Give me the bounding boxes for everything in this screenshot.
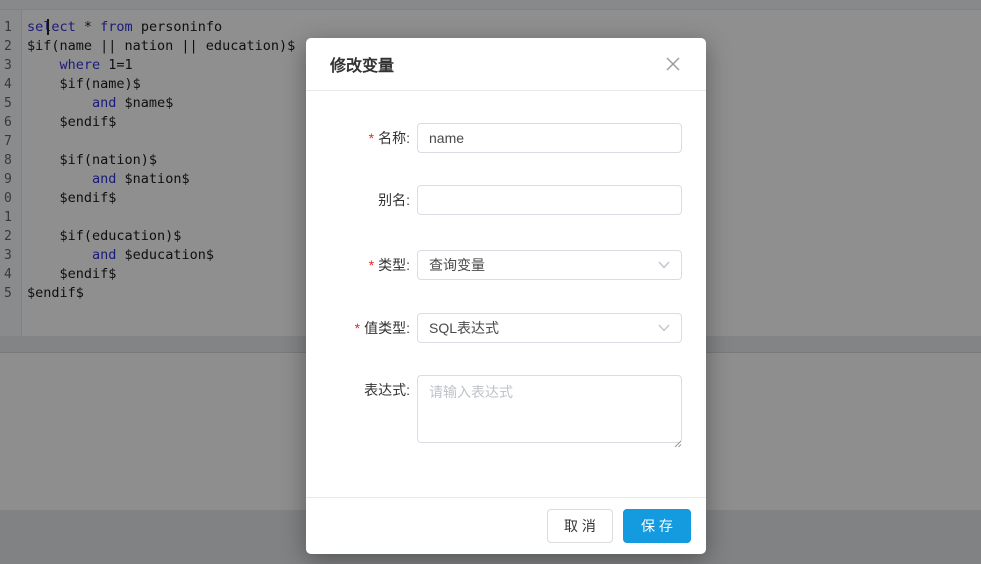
value-type-select-value: SQL表达式 [429, 320, 500, 336]
type-label: * 类型: [368, 257, 410, 273]
value-type-label: * 值类型: [354, 320, 410, 336]
save-button[interactable]: 保 存 [623, 509, 691, 543]
dialog-header: 修改变量 [306, 38, 706, 91]
chevron-down-icon [658, 319, 670, 337]
close-icon[interactable] [664, 55, 682, 73]
expression-label: 表达式: [364, 382, 410, 398]
form-field-type: * 类型: 查询变量 [306, 250, 706, 280]
dialog-body: *名称: 别名: *类型: 查询变量 [306, 91, 706, 497]
edit-variable-dialog: 修改变量 *名称: 别名: [306, 38, 706, 554]
dialog-footer: 取 消 保 存 [306, 497, 706, 554]
form-field-expression: 表达式: [306, 375, 706, 448]
required-asterisk: * [368, 130, 375, 146]
value-type-select[interactable]: SQL表达式 [417, 313, 682, 343]
alias-input[interactable] [417, 185, 682, 215]
resize-handle-icon[interactable] [674, 435, 682, 453]
chevron-down-icon [658, 256, 670, 274]
expression-textarea[interactable] [417, 375, 682, 443]
cancel-button[interactable]: 取 消 [547, 509, 613, 543]
type-select-value: 查询变量 [429, 257, 485, 273]
required-asterisk: * [354, 320, 361, 336]
type-select[interactable]: 查询变量 [417, 250, 682, 280]
app-screen: 123456789012345 select * from personinfo… [0, 0, 981, 564]
required-asterisk: * [368, 257, 375, 273]
form-field-value-type: * 值类型: SQL表达式 [306, 313, 706, 343]
alias-label: 别名: [378, 192, 410, 208]
dialog-title: 修改变量 [330, 58, 395, 75]
form-field-name: * 名称: [306, 123, 706, 153]
name-label: * 名称: [368, 130, 410, 146]
form-field-alias: 别名: [306, 185, 706, 215]
name-input[interactable] [417, 123, 682, 153]
